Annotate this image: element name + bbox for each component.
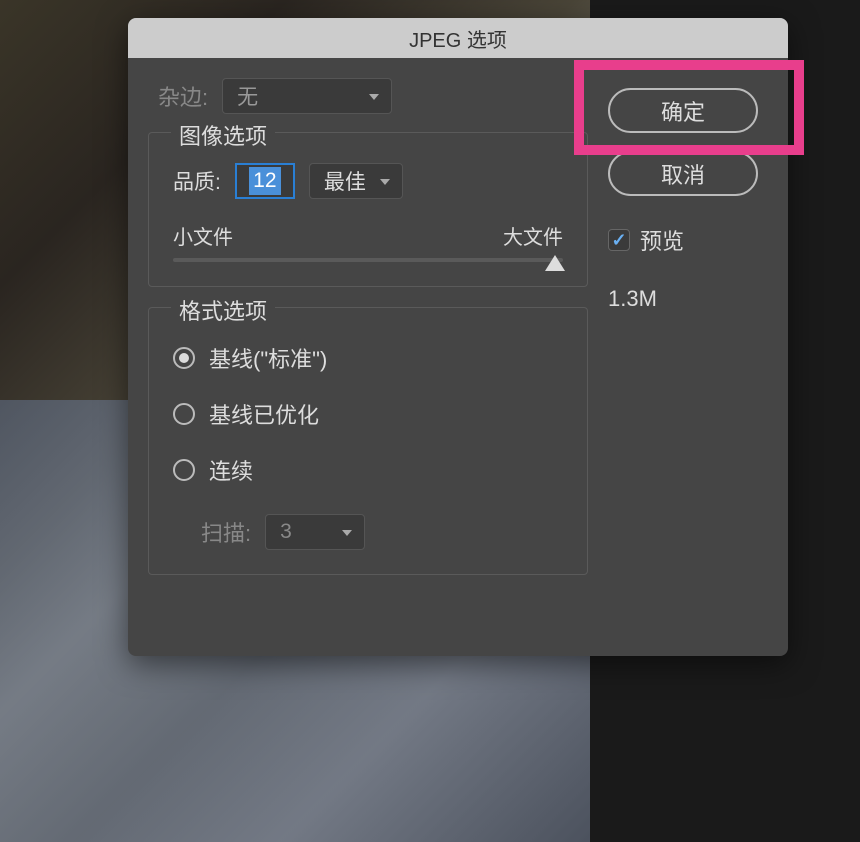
- dialog-main: 杂边: 无 图像选项 品质: 12 最佳 小文件: [148, 78, 588, 595]
- slider-label-small: 小文件: [173, 221, 233, 250]
- matte-value: 无: [237, 81, 258, 111]
- scan-value: 3: [280, 520, 292, 544]
- slider-label-large: 大文件: [503, 221, 563, 250]
- matte-row: 杂边: 无: [148, 78, 588, 114]
- image-options-legend: 图像选项: [171, 119, 275, 151]
- cancel-button[interactable]: 取消: [608, 151, 758, 196]
- quality-value: 12: [249, 167, 280, 195]
- radio-label: 连续: [209, 454, 253, 486]
- quality-slider[interactable]: [173, 258, 563, 262]
- radio-baseline-optimized[interactable]: 基线已优化: [173, 398, 563, 430]
- radio-label: 基线已优化: [209, 398, 319, 430]
- radio-icon: [173, 459, 195, 481]
- matte-label: 杂边:: [158, 80, 208, 112]
- dialog-side: 确定 取消 ✓ 预览 1.3M: [588, 78, 768, 595]
- radio-icon: [173, 403, 195, 425]
- quality-label: 品质:: [173, 166, 221, 196]
- jpeg-options-dialog: JPEG 选项 杂边: 无 图像选项 品质: 12 最佳: [128, 18, 788, 656]
- dialog-body: 杂边: 无 图像选项 品质: 12 最佳 小文件: [128, 58, 788, 615]
- format-radio-group: 基线("标准") 基线已优化 连续: [173, 342, 563, 486]
- ok-label: 确定: [661, 95, 705, 127]
- preview-checkbox[interactable]: ✓: [608, 229, 630, 251]
- scan-label: 扫描:: [201, 516, 251, 548]
- quality-preset-value: 最佳: [324, 166, 366, 196]
- slider-labels: 小文件 大文件: [173, 221, 563, 250]
- preview-label: 预览: [640, 224, 684, 256]
- quality-preset-dropdown[interactable]: 最佳: [309, 163, 403, 199]
- dialog-title: JPEG 选项: [409, 24, 507, 53]
- format-options-fieldset: 格式选项 基线("标准") 基线已优化 连续: [148, 307, 588, 575]
- radio-progressive[interactable]: 连续: [173, 454, 563, 486]
- ok-button[interactable]: 确定: [608, 88, 758, 133]
- preview-row[interactable]: ✓ 预览: [608, 224, 768, 256]
- matte-dropdown[interactable]: 无: [222, 78, 392, 114]
- format-options-legend: 格式选项: [171, 294, 275, 326]
- slider-thumb[interactable]: [545, 255, 565, 271]
- scan-dropdown: 3: [265, 514, 365, 550]
- quality-input[interactable]: 12: [235, 163, 295, 199]
- scan-row: 扫描: 3: [173, 514, 563, 550]
- quality-row: 品质: 12 最佳: [173, 163, 563, 199]
- image-options-fieldset: 图像选项 品质: 12 最佳 小文件 大文件: [148, 132, 588, 287]
- radio-baseline-standard[interactable]: 基线("标准"): [173, 342, 563, 374]
- radio-label: 基线("标准"): [209, 342, 327, 374]
- dialog-titlebar: JPEG 选项: [128, 18, 788, 58]
- filesize-text: 1.3M: [608, 286, 768, 312]
- cancel-label: 取消: [661, 158, 705, 190]
- radio-icon: [173, 347, 195, 369]
